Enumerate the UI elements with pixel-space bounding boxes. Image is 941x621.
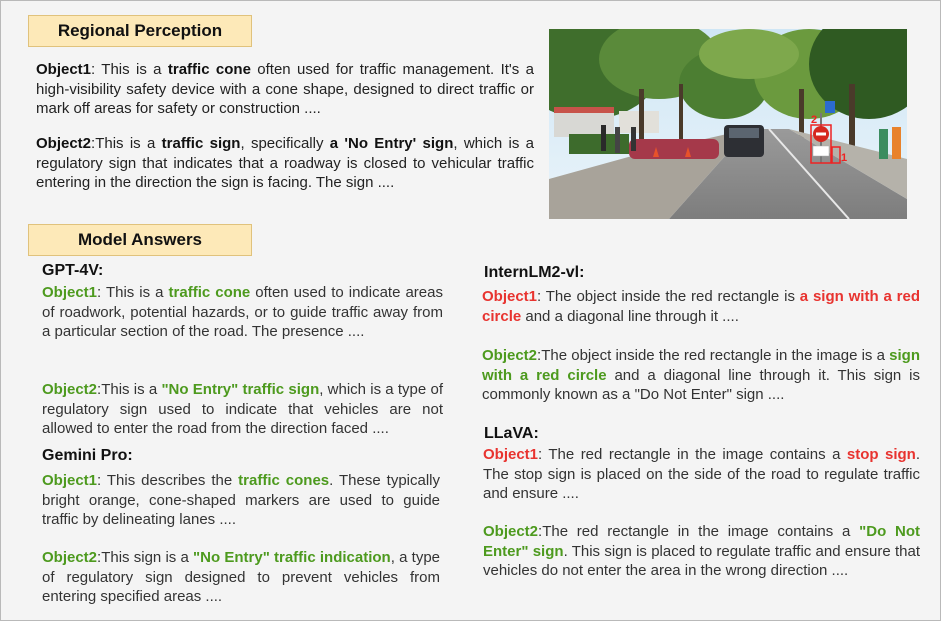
gemini-pro-name: Gemini Pro: bbox=[42, 447, 133, 464]
regional-perception-tag: Regional Perception bbox=[28, 15, 252, 47]
llava-name: LLaVA: bbox=[484, 425, 539, 442]
regional-object2-text: Object2:This is a traffic sign, specific… bbox=[36, 135, 534, 191]
gpt4v-object2-answer: Object2:This is a "No Entry" traffic sig… bbox=[42, 381, 443, 437]
gemini-object2-answer: Object2:This sign is a "No Entry" traffi… bbox=[42, 549, 441, 605]
model-answers-tag: Model Answers bbox=[28, 224, 252, 256]
marker-2-label: 2 bbox=[811, 114, 817, 126]
object1-label: Object1 bbox=[36, 61, 92, 78]
object2-label: Object2 bbox=[36, 135, 92, 152]
street-scene-photo: 2 1 bbox=[549, 29, 907, 219]
gpt4v-name: GPT-4V: bbox=[42, 262, 104, 279]
internlm-name: InternLM2-vl: bbox=[484, 264, 585, 281]
internlm-object1-answer: Object1: The object inside the red recta… bbox=[482, 288, 920, 325]
regional-perception-label: Regional Perception bbox=[57, 21, 223, 40]
llava-object2-answer: Object2:The red rectangle in the image c… bbox=[483, 523, 921, 579]
marker-1-label: 1 bbox=[841, 152, 847, 164]
gemini-object1-answer: Object1: This describes the traffic cone… bbox=[42, 472, 441, 528]
model-answers-label: Model Answers bbox=[77, 230, 203, 249]
regional-object1-text: Object1: This is a traffic cone often us… bbox=[36, 61, 534, 117]
internlm-object2-answer: Object2:The object inside the red rectan… bbox=[482, 347, 920, 403]
llava-object1-answer: Object1: The red rectangle in the image … bbox=[483, 446, 921, 502]
gpt4v-object1-answer: Object1: This is a traffic cone often us… bbox=[42, 284, 443, 340]
